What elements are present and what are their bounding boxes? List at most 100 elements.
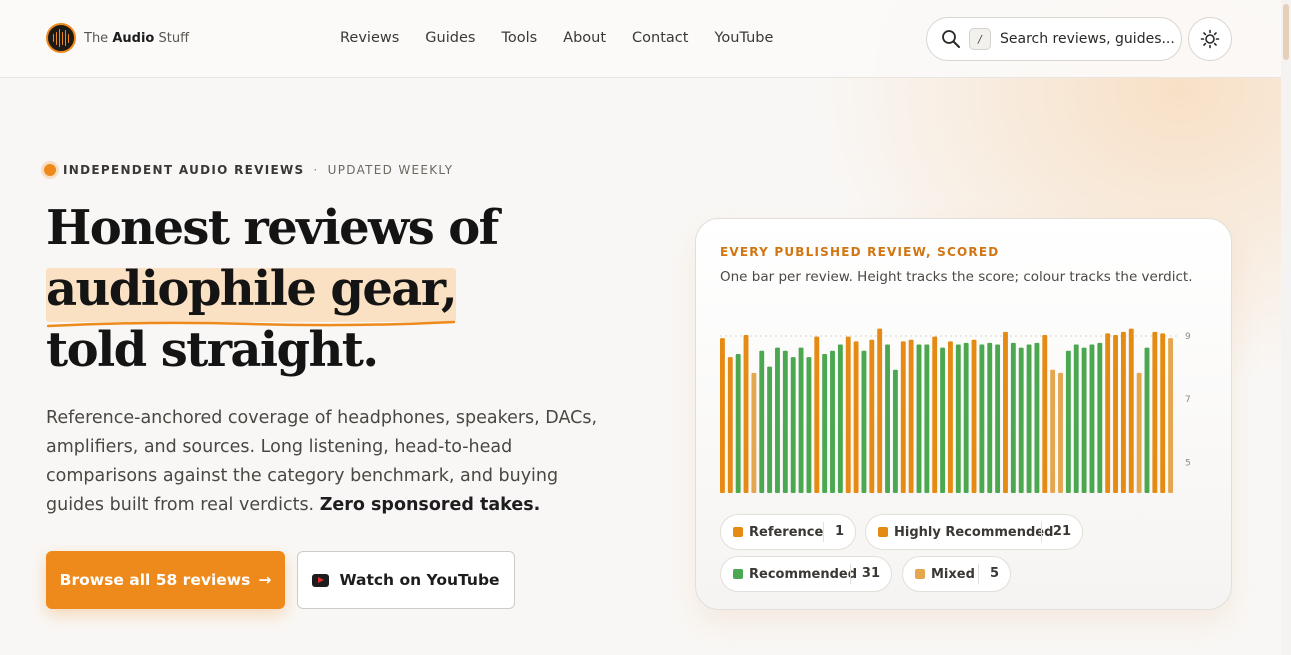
score-bar[interactable] xyxy=(1018,347,1024,493)
page-scrollbar[interactable] xyxy=(1281,0,1291,655)
score-bar[interactable] xyxy=(798,347,804,493)
legend-label: Mixed xyxy=(931,566,975,582)
nav-guides[interactable]: Guides xyxy=(425,30,475,46)
site-logo[interactable]: The Audio Stuff xyxy=(46,23,189,53)
score-bar[interactable] xyxy=(877,328,883,493)
score-bar[interactable] xyxy=(806,357,812,493)
legend-swatch xyxy=(915,569,925,579)
legend-label: Reference xyxy=(749,524,824,540)
score-bar[interactable] xyxy=(735,353,741,493)
sun-icon xyxy=(1200,29,1220,49)
y-tick-label: 7 xyxy=(1185,395,1191,405)
score-bar[interactable] xyxy=(1034,342,1040,493)
score-bar[interactable] xyxy=(924,344,930,493)
score-bar[interactable] xyxy=(1168,338,1174,493)
eyebrow-main-text: INDEPENDENT AUDIO REVIEWS xyxy=(63,163,305,177)
main-nav: Reviews Guides Tools About Contact YouTu… xyxy=(340,30,799,46)
legend-chip-reference[interactable]: Reference 1 xyxy=(720,514,856,550)
score-bar[interactable] xyxy=(767,366,773,493)
score-bar[interactable] xyxy=(861,350,867,493)
legend-chip-mixed[interactable]: Mixed 5 xyxy=(902,556,1011,592)
keyboard-shortcut-hint: / xyxy=(969,28,991,50)
score-bar[interactable] xyxy=(790,357,796,493)
score-bar[interactable] xyxy=(892,369,898,493)
search-placeholder: Search reviews, guides... xyxy=(1000,31,1175,47)
score-bar[interactable] xyxy=(830,350,835,493)
score-bar[interactable] xyxy=(955,344,961,493)
score-bar[interactable] xyxy=(1152,331,1158,493)
nav-youtube[interactable]: YouTube xyxy=(714,30,773,46)
y-tick-label: 9 xyxy=(1185,332,1191,342)
top-navbar: The Audio Stuff Reviews Guides Tools Abo… xyxy=(0,0,1281,78)
score-bar[interactable] xyxy=(1113,335,1118,493)
score-bar[interactable] xyxy=(1144,347,1150,493)
score-bar[interactable] xyxy=(940,347,946,493)
score-bar[interactable] xyxy=(1160,333,1166,493)
nav-about[interactable]: About xyxy=(563,30,606,46)
score-bar[interactable] xyxy=(1089,344,1095,493)
score-bar[interactable] xyxy=(1128,328,1134,493)
score-bar[interactable] xyxy=(987,342,993,493)
score-bar[interactable] xyxy=(1058,372,1063,493)
browse-reviews-button[interactable]: Browse all 58 reviews → xyxy=(46,551,285,609)
scrollbar-thumb[interactable] xyxy=(1283,4,1289,60)
score-bar[interactable] xyxy=(853,341,859,493)
status-dot-icon xyxy=(44,164,56,176)
score-bar[interactable] xyxy=(932,336,938,493)
score-bar[interactable] xyxy=(743,335,749,493)
legend-swatch xyxy=(733,527,743,537)
score-bar[interactable] xyxy=(814,336,820,493)
search-box[interactable]: / Search reviews, guides... xyxy=(926,17,1182,61)
score-bar[interactable] xyxy=(727,357,733,493)
score-bar[interactable] xyxy=(869,339,875,493)
y-tick-label: 5 xyxy=(1185,458,1191,468)
score-bar[interactable] xyxy=(837,344,843,493)
score-bar[interactable] xyxy=(900,341,906,493)
score-bar[interactable] xyxy=(1010,342,1016,493)
score-bar[interactable] xyxy=(720,338,725,493)
score-bar[interactable] xyxy=(1026,344,1032,493)
score-bar[interactable] xyxy=(1120,331,1126,493)
score-bar[interactable] xyxy=(979,344,985,493)
legend-label: Recommended xyxy=(749,566,858,582)
site-name-bold: Audio xyxy=(112,30,155,46)
score-bar[interactable] xyxy=(751,372,757,493)
score-bar[interactable] xyxy=(1073,344,1079,493)
score-bar[interactable] xyxy=(948,341,953,493)
score-bar[interactable] xyxy=(908,339,914,493)
score-bar[interactable] xyxy=(971,339,977,493)
score-bar[interactable] xyxy=(1081,347,1087,493)
browse-reviews-label: Browse all 58 reviews xyxy=(59,571,251,589)
nav-tools[interactable]: Tools xyxy=(501,30,537,46)
hero-description: Reference-anchored coverage of headphone… xyxy=(46,404,606,520)
score-bar[interactable] xyxy=(782,350,788,493)
score-bar[interactable] xyxy=(916,344,922,493)
score-bar[interactable] xyxy=(1097,342,1103,493)
score-bar[interactable] xyxy=(775,347,780,493)
headline-line-1: Honest reviews of xyxy=(46,200,499,256)
score-bar[interactable] xyxy=(1105,333,1111,493)
legend-chip-recommended[interactable]: Recommended 31 xyxy=(720,556,892,592)
score-bar[interactable] xyxy=(963,342,969,493)
theme-toggle-button[interactable] xyxy=(1188,17,1232,61)
nav-reviews[interactable]: Reviews xyxy=(340,30,399,46)
score-bar[interactable] xyxy=(1050,369,1056,493)
score-bar[interactable] xyxy=(1065,350,1071,493)
hero-headline: Honest reviews of audiophile gear, told … xyxy=(46,198,646,381)
watch-youtube-button[interactable]: Watch on YouTube xyxy=(297,551,515,609)
score-bar[interactable] xyxy=(1003,331,1008,493)
score-bar[interactable] xyxy=(1136,372,1142,493)
eyebrow-sub-text: UPDATED WEEKLY xyxy=(327,163,454,177)
score-bar[interactable] xyxy=(1042,335,1048,493)
watch-youtube-label: Watch on YouTube xyxy=(339,571,500,589)
score-bar[interactable] xyxy=(995,344,1001,493)
nav-contact[interactable]: Contact xyxy=(632,30,688,46)
score-bar[interactable] xyxy=(845,336,851,493)
legend-swatch xyxy=(878,527,888,537)
headline-highlight-text: audiophile gear, xyxy=(46,261,458,317)
score-bar[interactable] xyxy=(759,350,765,493)
score-bar[interactable] xyxy=(885,344,890,493)
legend-chip-highly-recommended[interactable]: Highly Recommended 21 xyxy=(865,514,1083,550)
score-bar[interactable] xyxy=(822,353,828,493)
legend-swatch xyxy=(733,569,743,579)
